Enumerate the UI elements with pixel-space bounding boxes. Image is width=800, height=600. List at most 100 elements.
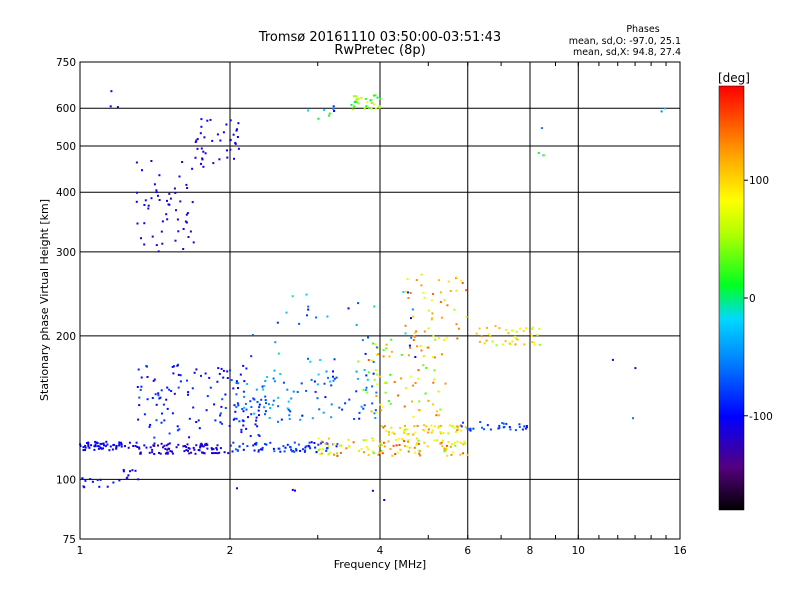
echo-point bbox=[209, 386, 212, 389]
echo-point bbox=[411, 400, 413, 403]
echo-point bbox=[406, 433, 409, 436]
echo-point bbox=[404, 424, 406, 427]
echo-point bbox=[327, 444, 330, 447]
echo-point bbox=[395, 438, 397, 441]
echo-point bbox=[307, 357, 309, 360]
echo-point bbox=[358, 417, 361, 420]
echo-point bbox=[410, 336, 413, 339]
echo-point bbox=[318, 408, 321, 411]
echo-point bbox=[127, 446, 130, 449]
echo-point bbox=[232, 441, 235, 444]
echo-point bbox=[169, 197, 172, 200]
echo-point bbox=[204, 372, 207, 375]
echo-point bbox=[502, 426, 505, 429]
echo-point bbox=[192, 241, 195, 244]
echo-point bbox=[305, 445, 308, 448]
echo-point bbox=[177, 443, 180, 446]
echo-point bbox=[498, 327, 501, 330]
echo-point bbox=[145, 365, 148, 367]
echo-point bbox=[422, 355, 425, 358]
echo-point bbox=[292, 390, 295, 393]
echo-point bbox=[91, 480, 94, 483]
echo-point bbox=[414, 382, 417, 384]
echo-point bbox=[350, 103, 353, 106]
echo-point bbox=[118, 442, 121, 445]
echo-point bbox=[318, 453, 321, 456]
echo-point bbox=[297, 443, 300, 446]
echo-point bbox=[307, 305, 310, 308]
echo-point bbox=[448, 424, 451, 427]
echo-point bbox=[228, 425, 231, 427]
y-tick-label: 750 bbox=[56, 57, 76, 69]
echo-point bbox=[120, 443, 123, 446]
echo-point bbox=[200, 374, 202, 377]
echo-point bbox=[466, 427, 469, 430]
echo-point bbox=[201, 443, 203, 446]
echo-point bbox=[311, 417, 314, 420]
echo-point bbox=[362, 439, 365, 442]
echo-point bbox=[460, 425, 463, 428]
echo-point bbox=[427, 428, 430, 431]
y-tick-label: 300 bbox=[56, 247, 76, 259]
echo-point bbox=[373, 378, 376, 381]
echo-point bbox=[427, 431, 430, 434]
echo-point bbox=[313, 380, 316, 383]
echo-point bbox=[246, 445, 249, 448]
echo-point bbox=[393, 432, 396, 435]
echo-point bbox=[214, 452, 217, 454]
echo-point bbox=[395, 444, 398, 447]
echo-point bbox=[446, 304, 449, 307]
echo-point bbox=[374, 343, 377, 346]
echo-point bbox=[524, 427, 527, 430]
echo-point bbox=[361, 339, 364, 342]
echo-point bbox=[111, 448, 114, 451]
echo-point bbox=[366, 391, 369, 394]
echo-point bbox=[485, 339, 488, 342]
echo-point bbox=[98, 485, 101, 488]
echo-point bbox=[102, 447, 104, 450]
echo-point bbox=[158, 199, 161, 201]
echo-point bbox=[336, 443, 339, 445]
echo-point bbox=[362, 388, 365, 391]
echo-point bbox=[461, 282, 464, 284]
echo-point bbox=[84, 479, 87, 482]
echo-point bbox=[238, 445, 241, 448]
echo-point bbox=[407, 297, 410, 299]
echo-point bbox=[128, 441, 131, 444]
x-tick-label: 4 bbox=[377, 545, 384, 557]
echo-point bbox=[245, 427, 248, 430]
echo-point bbox=[176, 218, 179, 221]
echo-point bbox=[389, 373, 392, 376]
echo-point bbox=[225, 123, 228, 126]
echo-point bbox=[206, 447, 209, 450]
echo-point bbox=[374, 369, 377, 372]
echo-point bbox=[435, 410, 438, 413]
echo-point bbox=[188, 452, 191, 455]
echo-point bbox=[436, 439, 439, 442]
echo-point bbox=[431, 356, 434, 358]
echo-point bbox=[399, 426, 402, 429]
echo-point bbox=[216, 133, 219, 136]
echo-point bbox=[384, 391, 387, 394]
echo-point bbox=[245, 408, 248, 411]
echo-point bbox=[138, 447, 141, 450]
echo-point bbox=[414, 451, 417, 454]
echo-point bbox=[235, 129, 238, 132]
echo-point bbox=[255, 416, 258, 419]
echo-point bbox=[120, 445, 123, 448]
echo-point bbox=[135, 200, 138, 203]
echo-point bbox=[404, 428, 407, 431]
echo-point bbox=[222, 376, 225, 379]
echo-point bbox=[538, 343, 541, 346]
echo-point bbox=[415, 444, 418, 447]
echo-point bbox=[453, 426, 456, 429]
echo-point bbox=[181, 161, 184, 163]
echo-point bbox=[264, 399, 267, 402]
echo-point bbox=[381, 452, 384, 455]
echo-point bbox=[388, 431, 390, 434]
echo-point bbox=[417, 442, 420, 445]
echo-point bbox=[143, 204, 146, 206]
echo-point bbox=[258, 414, 260, 417]
echo-point bbox=[176, 364, 179, 367]
echo-point bbox=[170, 390, 173, 392]
